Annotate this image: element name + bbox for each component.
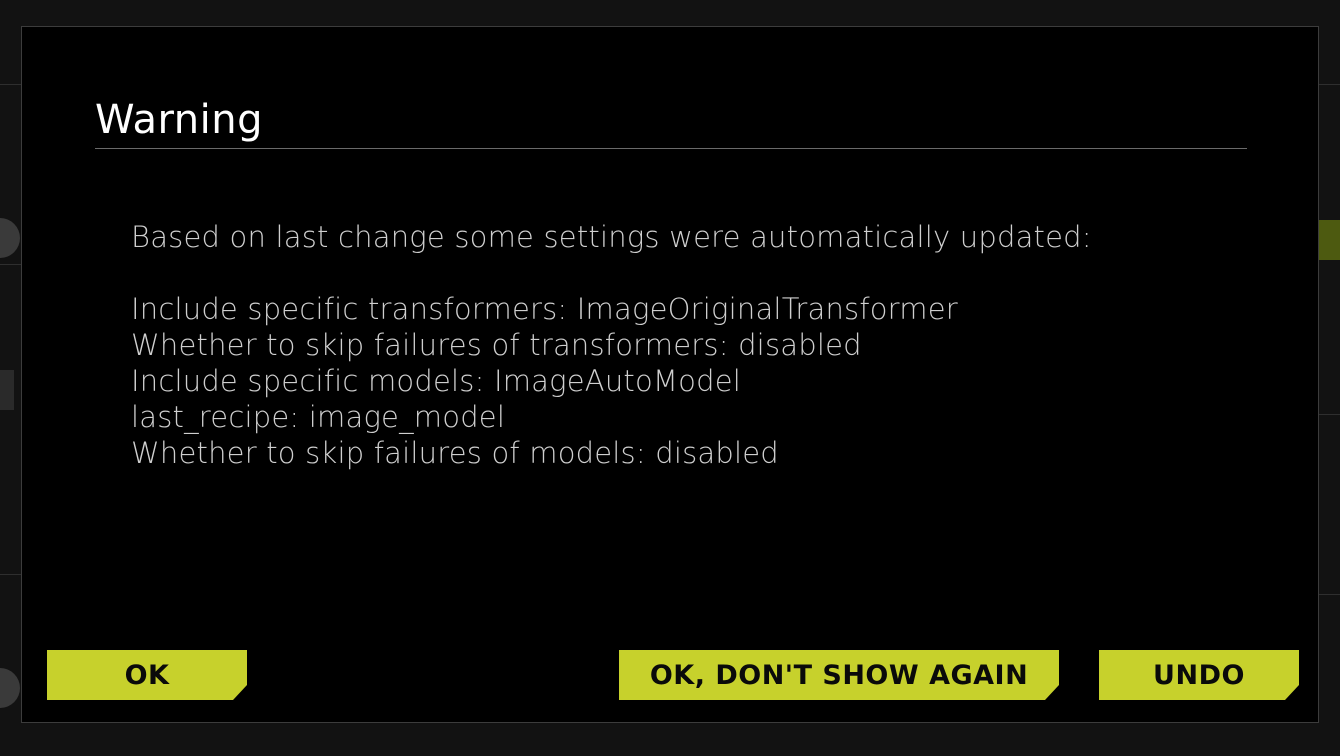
background-divider	[1319, 594, 1340, 595]
background-toggle	[0, 218, 20, 258]
change-line: last_recipe: image_model	[131, 400, 506, 434]
background-divider	[1319, 414, 1340, 415]
change-line: Include specific transformers: ImageOrig…	[131, 292, 958, 326]
background-divider	[0, 84, 21, 85]
undo-button[interactable]: UNDO	[1099, 650, 1299, 700]
dont-show-again-button[interactable]: OK, DON'T SHOW AGAIN	[619, 650, 1059, 700]
dialog-message: Based on last change some settings were …	[131, 219, 1181, 471]
change-line: Include specific models: ImageAutoModel	[131, 364, 741, 398]
background-divider	[0, 264, 21, 265]
background-input	[0, 370, 14, 410]
background-divider	[1319, 84, 1340, 85]
warning-dialog: Warning Based on last change some settin…	[21, 26, 1319, 723]
change-line: Whether to skip failures of models: disa…	[131, 436, 779, 470]
message-intro: Based on last change some settings were …	[131, 220, 1092, 254]
background-accent-control	[1319, 220, 1340, 260]
background-divider	[0, 574, 21, 575]
change-line: Whether to skip failures of transformers…	[131, 328, 862, 362]
title-divider	[95, 148, 1247, 149]
ok-button[interactable]: OK	[47, 650, 247, 700]
dialog-title: Warning	[95, 97, 263, 143]
background-toggle	[0, 668, 20, 708]
